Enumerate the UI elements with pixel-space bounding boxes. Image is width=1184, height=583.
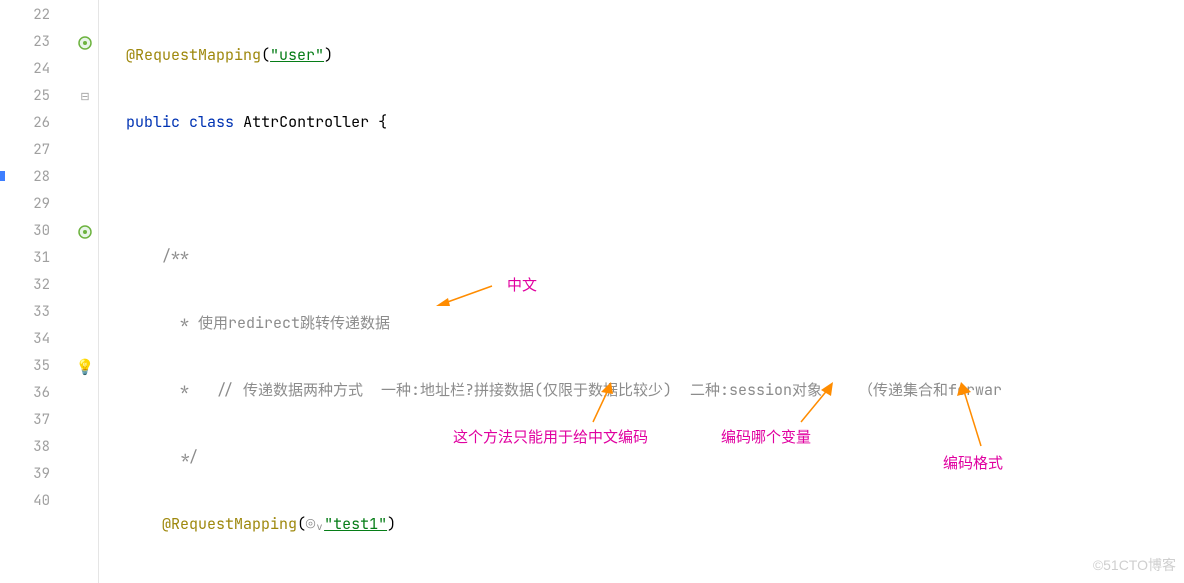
gutter-icon-strip: ⊟ 💡 — [72, 0, 98, 583]
code-line[interactable]: public String test1() throws Unsupported… — [99, 578, 1184, 583]
annotation-overlay: 中文 这个方法只能用于给中文编码 编码哪个变量 编码格式 — [99, 0, 1184, 583]
url-icon[interactable]: ◎ᵥ — [306, 514, 324, 534]
line-number[interactable]: 28 — [0, 164, 72, 191]
code-line[interactable] — [99, 176, 1184, 203]
spring-bean-icon[interactable] — [72, 218, 98, 245]
spring-bean-icon[interactable] — [72, 29, 98, 56]
line-number[interactable]: 32 — [0, 272, 72, 299]
code-line[interactable]: public class AttrController { — [99, 109, 1184, 136]
selection-marker — [0, 171, 5, 181]
code-line[interactable]: * // 传递数据两种方式 一种:地址栏?拼接数据(仅限于数据比较少) 二种:s… — [99, 377, 1184, 404]
line-number[interactable]: 27 — [0, 137, 72, 164]
line-number[interactable]: 25 — [0, 83, 72, 110]
code-area[interactable]: @RequestMapping("user") public class Att… — [99, 0, 1184, 583]
line-number[interactable]: 37 — [0, 407, 72, 434]
code-line[interactable]: @RequestMapping(◎ᵥ"test1") — [99, 511, 1184, 538]
annotation-label: 中文 — [507, 274, 537, 295]
line-number[interactable]: 36 — [0, 380, 72, 407]
code-line[interactable]: * 使用redirect跳转传递数据 — [99, 310, 1184, 337]
line-number[interactable]: 31 — [0, 245, 72, 272]
line-numbers: 22 23 24 25 26 27 28 29 30 31 32 33 34 3… — [0, 0, 72, 583]
arrow-icon — [434, 284, 494, 308]
line-number[interactable]: 35 — [0, 353, 72, 380]
line-number[interactable]: 33 — [0, 299, 72, 326]
line-number[interactable]: 34 — [0, 326, 72, 353]
line-number[interactable]: 29 — [0, 191, 72, 218]
line-number[interactable]: 38 — [0, 434, 72, 461]
line-number[interactable]: 30 — [0, 218, 72, 245]
fold-icon[interactable]: ⊟ — [72, 83, 98, 110]
code-line[interactable]: */ — [99, 444, 1184, 471]
code-line[interactable]: @RequestMapping("user") — [99, 42, 1184, 69]
gutter: 22 23 24 25 26 27 28 29 30 31 32 33 34 3… — [0, 0, 99, 583]
intention-bulb-icon[interactable]: 💡 — [72, 353, 98, 380]
line-number[interactable]: 40 — [0, 488, 72, 515]
line-number[interactable]: 24 — [0, 56, 72, 83]
code-editor: 22 23 24 25 26 27 28 29 30 31 32 33 34 3… — [0, 0, 1184, 583]
line-number[interactable]: 22 — [0, 2, 72, 29]
line-number[interactable]: 26 — [0, 110, 72, 137]
line-number[interactable]: 39 — [0, 461, 72, 488]
watermark: ©51CTO博客 — [1093, 555, 1176, 575]
line-number[interactable]: 23 — [0, 29, 72, 56]
code-line[interactable]: /** — [99, 243, 1184, 270]
